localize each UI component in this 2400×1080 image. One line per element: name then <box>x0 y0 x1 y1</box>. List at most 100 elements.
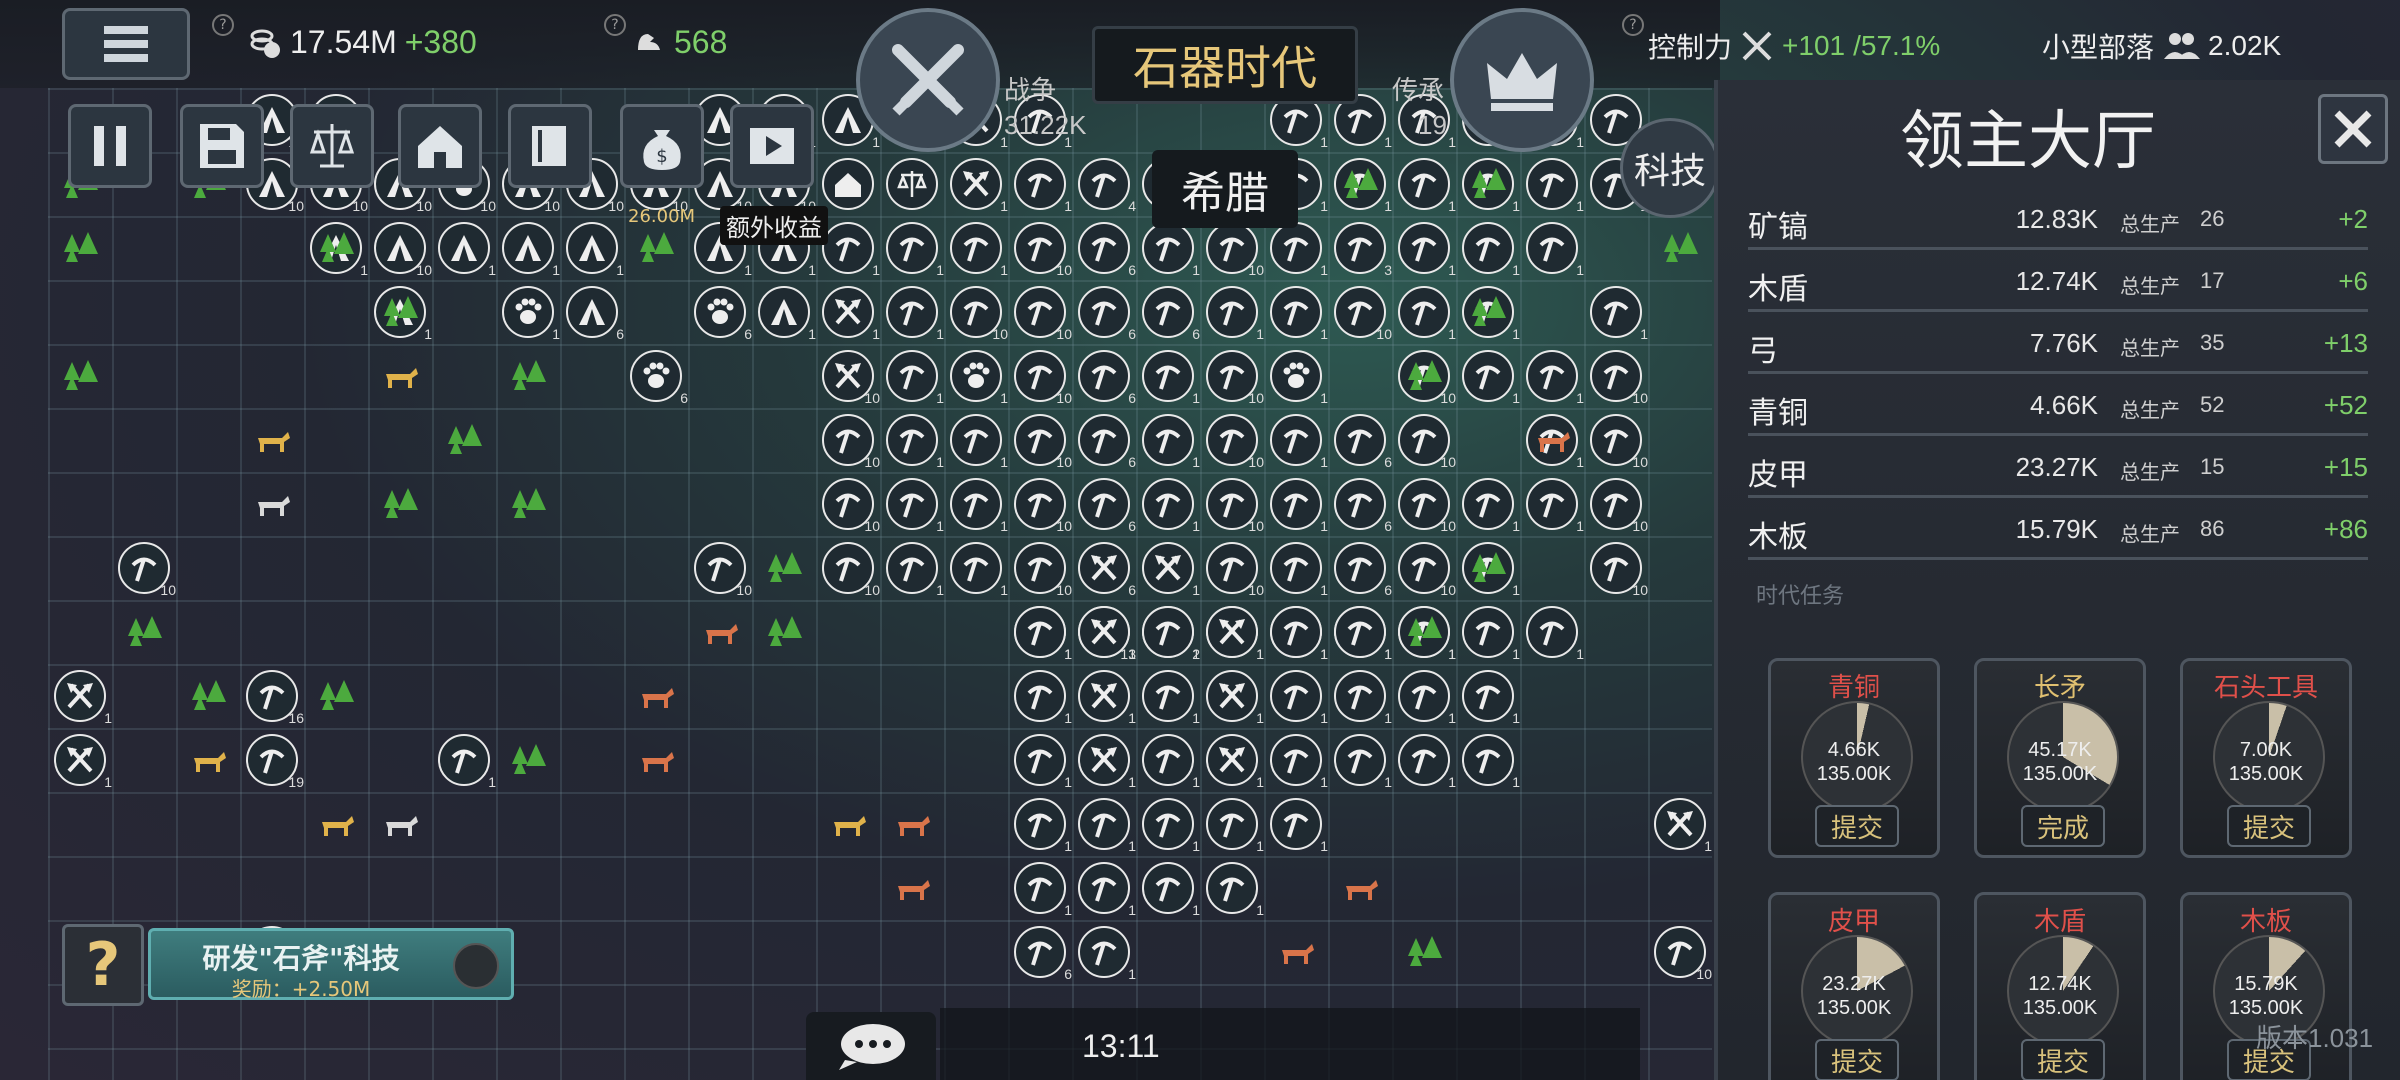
animal-tile[interactable] <box>374 350 426 402</box>
map-building[interactable]: 10 <box>1398 478 1456 534</box>
map-building[interactable]: 1 <box>1270 606 1328 662</box>
map-building[interactable]: 1 <box>1270 286 1328 342</box>
map-building[interactable]: 1 <box>886 286 944 342</box>
map-building[interactable]: 1 <box>1398 222 1456 278</box>
forest-tile[interactable] <box>182 670 234 722</box>
animal-tile[interactable] <box>694 606 746 658</box>
animal-tile[interactable] <box>246 414 298 466</box>
animal-tile[interactable] <box>182 734 234 786</box>
map-building[interactable]: 1 <box>886 478 944 534</box>
map-building[interactable]: 1 <box>1590 286 1648 342</box>
animal-tile[interactable] <box>246 478 298 530</box>
map-building[interactable]: 1 <box>950 542 1008 598</box>
task-submit-button[interactable]: 提交 <box>2021 1039 2105 1080</box>
income-button[interactable]: $ <box>620 104 704 188</box>
map-building[interactable]: 1 <box>1654 798 1712 854</box>
forest-tile[interactable] <box>1398 926 1450 978</box>
map-building[interactable]: 1 <box>1142 478 1200 534</box>
forest-tile[interactable] <box>54 350 106 402</box>
map-building[interactable]: 1 <box>438 734 496 790</box>
map-building[interactable]: 1 <box>1270 734 1328 790</box>
pause-button[interactable] <box>68 104 152 188</box>
forest-tile[interactable] <box>1462 542 1514 594</box>
map-building[interactable]: 10 <box>1014 350 1072 406</box>
map-building[interactable]: 3 <box>1334 222 1392 278</box>
map-building[interactable]: 10 <box>822 542 880 598</box>
map-building[interactable]: 1 <box>54 734 112 790</box>
map-building[interactable]: 10 <box>1398 414 1456 470</box>
map-building[interactable]: 1 <box>1462 222 1520 278</box>
forest-tile[interactable] <box>1334 158 1386 210</box>
map-building[interactable]: 1 <box>886 542 944 598</box>
forest-tile[interactable] <box>1398 606 1450 658</box>
map-building[interactable]: 10 <box>1334 286 1392 342</box>
map-building[interactable]: 1 <box>1078 798 1136 854</box>
map-building[interactable]: 1 <box>950 414 1008 470</box>
map-building[interactable]: 1 <box>1398 286 1456 342</box>
book-button[interactable] <box>508 104 592 188</box>
map-building[interactable]: 10 <box>1206 478 1264 534</box>
tech-button[interactable]: 科技 <box>1620 118 1720 218</box>
map-building[interactable] <box>822 158 874 210</box>
map-building[interactable]: 6 <box>1078 286 1136 342</box>
map-building[interactable]: 1 <box>822 286 880 342</box>
map-building[interactable]: 10 <box>822 414 880 470</box>
map-building[interactable]: 1 <box>1462 670 1520 726</box>
save-button[interactable] <box>180 104 264 188</box>
map-building[interactable]: 1 <box>502 222 560 278</box>
map-building[interactable]: 1 <box>1078 606 1136 662</box>
map-building[interactable]: 1 <box>1206 606 1264 662</box>
map-building[interactable]: 1 <box>1270 542 1328 598</box>
map-building[interactable]: 1 <box>438 222 496 278</box>
strength-help-icon[interactable]: ? <box>604 14 626 36</box>
map-building[interactable]: 1 <box>1078 734 1136 790</box>
map-building[interactable]: 10 <box>694 542 752 598</box>
map-building[interactable]: 1 <box>1526 222 1584 278</box>
map-building[interactable]: 10 <box>1206 350 1264 406</box>
map-building[interactable]: 1 <box>1462 606 1520 662</box>
forest-tile[interactable] <box>374 478 426 530</box>
map-building[interactable]: 1 <box>1398 158 1456 214</box>
map-building[interactable]: 6 <box>694 286 752 342</box>
map-building[interactable]: 1 <box>1270 350 1328 406</box>
map-building[interactable]: 1 <box>1078 670 1136 726</box>
map-building[interactable]: 1 <box>566 222 624 278</box>
quest-card[interactable]: 研发"石斧"科技 奖励：+2.50M <box>148 928 514 1001</box>
coins-help-icon[interactable]: ? <box>212 14 234 36</box>
map-building[interactable]: 10 <box>1654 926 1712 982</box>
map-building[interactable]: 10 <box>1206 222 1264 278</box>
map-building[interactable]: 1 <box>1526 478 1584 534</box>
animal-tile[interactable] <box>886 862 938 914</box>
forest-tile[interactable] <box>502 478 554 530</box>
inherit-button[interactable] <box>1450 8 1594 152</box>
map-building[interactable]: 6 <box>1078 542 1136 598</box>
forest-tile[interactable] <box>118 606 170 658</box>
map-building[interactable]: 1 <box>758 286 816 342</box>
map-building[interactable]: 1 <box>1142 670 1200 726</box>
map-building[interactable]: 10 <box>1206 414 1264 470</box>
animal-tile[interactable] <box>1334 862 1386 914</box>
map-building[interactable]: 1 <box>1462 350 1520 406</box>
forest-tile[interactable] <box>758 606 810 658</box>
forest-tile[interactable] <box>1462 286 1514 338</box>
map-building[interactable] <box>886 158 938 210</box>
map-building[interactable]: 1 <box>1526 350 1584 406</box>
map-building[interactable]: 1 <box>950 350 1008 406</box>
map-building[interactable]: 10 <box>822 478 880 534</box>
animal-tile[interactable] <box>822 798 874 850</box>
map-building[interactable]: 6 <box>1078 478 1136 534</box>
map-building[interactable]: 6 <box>1078 350 1136 406</box>
map-building[interactable]: 1 <box>886 414 944 470</box>
task-submit-button[interactable]: 完成 <box>2021 805 2105 847</box>
map-building[interactable]: 10 <box>1398 542 1456 598</box>
map-building[interactable]: 1 <box>1014 862 1072 918</box>
map-building[interactable]: 1 <box>1206 734 1264 790</box>
map-building[interactable]: 1 <box>1398 734 1456 790</box>
buildings-button[interactable] <box>398 104 482 188</box>
map-building[interactable]: 10 <box>950 286 1008 342</box>
era-title[interactable]: 石器时代 <box>1092 26 1358 104</box>
map-building[interactable]: 10 <box>822 350 880 406</box>
map-building[interactable]: 1 <box>1526 158 1584 214</box>
map-building[interactable]: 1 <box>1270 798 1328 854</box>
animal-tile[interactable] <box>886 798 938 850</box>
